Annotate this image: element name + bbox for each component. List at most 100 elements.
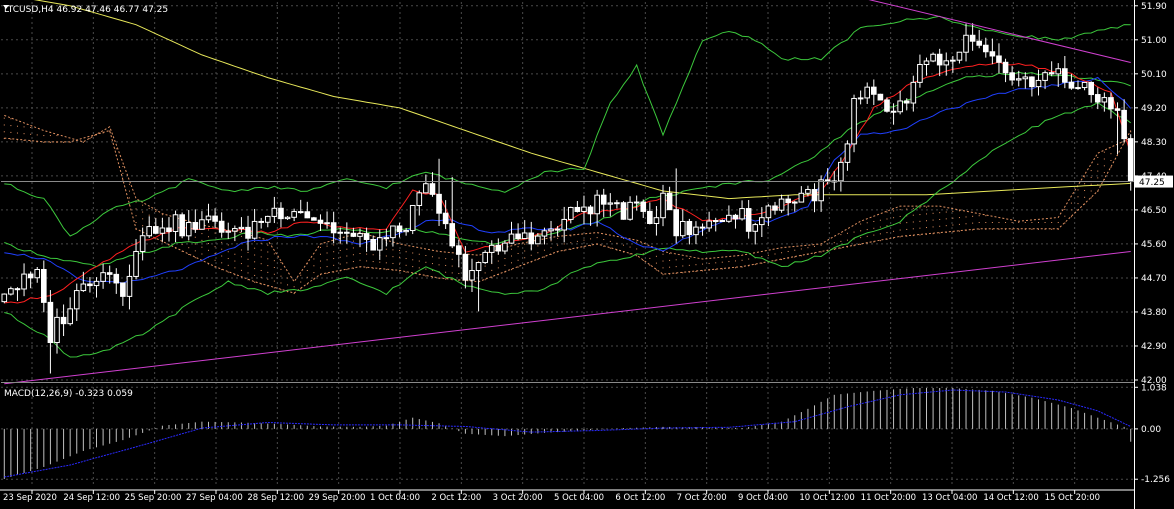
kumo-dot <box>1084 189 1086 191</box>
kumo-dot <box>517 266 519 268</box>
kumo-dot <box>155 211 157 213</box>
kumo-dot <box>860 243 862 245</box>
candle-bull <box>1015 78 1022 81</box>
kumo-dot <box>30 140 32 142</box>
kumo-dot <box>3 117 5 119</box>
kumo-dot <box>899 229 901 231</box>
kumo-dot <box>201 246 203 248</box>
macd-tick-label: 1.038 <box>1141 383 1167 393</box>
candle-bull <box>291 211 297 218</box>
kumo-dot <box>300 274 302 276</box>
candle-bull <box>864 86 871 99</box>
kumo-dot <box>346 262 348 264</box>
candle-bull <box>805 189 811 194</box>
candle-bear <box>785 198 791 204</box>
candle-bear <box>976 40 983 46</box>
kumo-dot <box>339 256 341 258</box>
candle-bull <box>1081 81 1088 89</box>
kumo-dot <box>115 148 117 150</box>
kumo-dot <box>346 269 348 271</box>
candle-bear <box>732 214 739 220</box>
kumo-dot <box>1077 189 1079 191</box>
kumo-dot <box>972 215 974 217</box>
kumo-dot <box>227 251 229 253</box>
kumo-dot <box>326 252 328 254</box>
kumo-dot <box>254 247 256 249</box>
kumo-dot <box>188 247 190 249</box>
candlestick-series <box>1 23 1134 374</box>
candle-bull <box>818 179 824 202</box>
kumo-dot <box>346 255 348 257</box>
candle-bull <box>475 262 482 272</box>
kumo-dot <box>860 237 862 239</box>
kumo-dot <box>385 248 387 250</box>
kumo-dot <box>280 262 282 264</box>
kumo-dot <box>240 269 242 271</box>
kumo-dot <box>333 244 335 246</box>
candle-bear <box>1002 61 1009 74</box>
kumo-dot <box>860 230 862 232</box>
kumo-dot <box>524 250 526 252</box>
candle-bear <box>1121 109 1127 140</box>
time-tick-label: 25 Sep 20:00 <box>125 493 182 503</box>
kumo-dot <box>557 237 559 239</box>
time-axis: 23 Sep 2020 24 Sep 12:00 25 Sep 20:00 27 Se… <box>3 490 1100 503</box>
kumo-dot <box>866 235 868 237</box>
ltcusd-chart[interactable]: 51.9051.0050.1049.2048.3047.4046.5045.60… <box>0 0 1174 509</box>
kumo-dot <box>333 251 335 253</box>
candle-bear <box>47 301 54 344</box>
candle-bull <box>930 53 936 62</box>
kumo-dot <box>662 260 664 262</box>
kumo-dot <box>511 262 513 264</box>
candle-bull <box>199 219 205 230</box>
panel-divider[interactable] <box>1 382 1134 383</box>
kumo-dot <box>787 250 789 252</box>
kumo-dot <box>1037 221 1039 223</box>
candle-bull <box>844 143 851 163</box>
kumo-dot <box>1084 176 1086 178</box>
candle-bull <box>521 232 528 240</box>
candle-bear <box>218 220 225 233</box>
kumo-dot <box>1051 221 1053 223</box>
kumo-dot <box>912 207 914 209</box>
kumo-dot <box>445 271 447 273</box>
candle-bear <box>936 53 943 66</box>
kumo-dot <box>23 133 25 135</box>
kumo-dot <box>807 247 809 249</box>
kumo-dot <box>30 133 32 135</box>
kumo-dot <box>287 277 289 279</box>
candle-bear <box>1029 76 1035 88</box>
kumo-dot <box>728 261 730 263</box>
candle-bull <box>100 272 106 282</box>
kumo-dot <box>36 134 38 136</box>
price-tick-label: 43.80 <box>1141 308 1167 318</box>
kumo-dot <box>879 240 881 242</box>
kumo-dot <box>148 207 150 209</box>
candle-bull <box>357 233 363 237</box>
candle-bull <box>324 222 330 225</box>
candle-bear <box>719 220 726 223</box>
macd-signal-line <box>4 389 1131 478</box>
kumo-dot <box>1097 163 1099 165</box>
candle-bull <box>1055 68 1062 75</box>
kumo-dot <box>978 228 980 230</box>
candle-bull <box>1042 72 1048 81</box>
kumo-dot <box>537 252 539 254</box>
kumo-dot <box>1103 172 1105 174</box>
candle-bear <box>449 223 456 247</box>
candle-bull <box>271 207 278 217</box>
candle-bull <box>917 64 923 83</box>
kumo-dot <box>998 221 1000 223</box>
kumo-dot <box>497 267 499 269</box>
kumo-dot <box>122 179 124 181</box>
candle-bear <box>14 288 21 291</box>
kumo-dot <box>945 218 947 220</box>
kumo-dot <box>1110 153 1112 155</box>
kumo-dot <box>734 267 736 269</box>
kumo-dot <box>155 238 157 240</box>
kumo-dot <box>767 254 769 256</box>
kumo-dot <box>194 236 196 238</box>
kumo-dot <box>412 266 414 268</box>
kumo-dot <box>873 227 875 229</box>
kumo-dot <box>227 244 229 246</box>
